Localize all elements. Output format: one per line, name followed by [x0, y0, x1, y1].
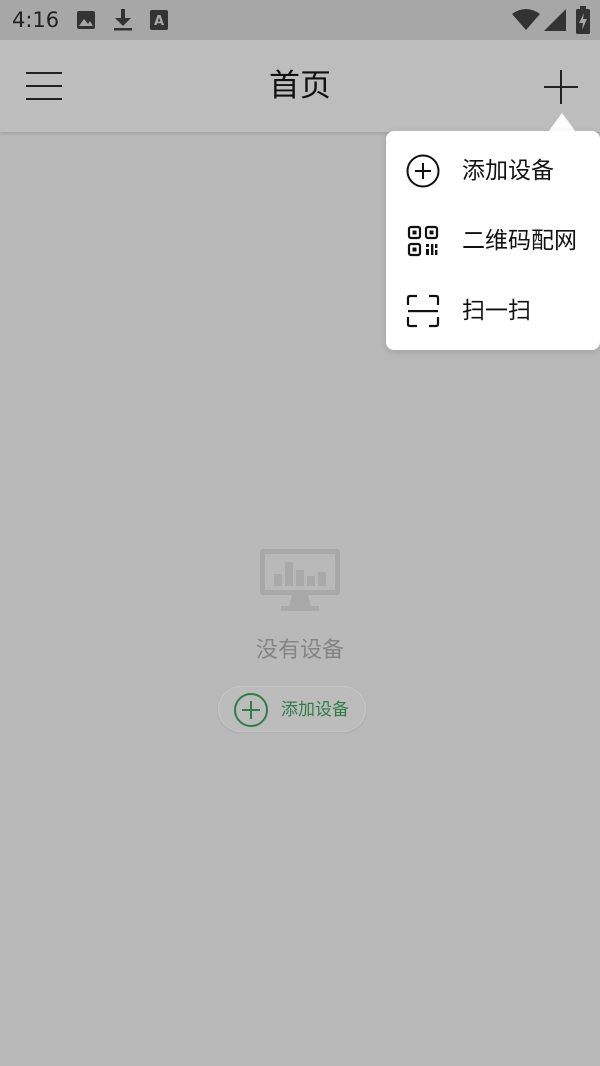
menu-item-label: 添加设备: [462, 158, 554, 184]
app-bar: 首页: [0, 40, 600, 132]
monitor-chart-icon: [260, 549, 340, 611]
scan-icon: [406, 294, 440, 328]
status-time: 4:16: [12, 8, 60, 32]
signal-icon: [544, 9, 566, 31]
battery-icon: [576, 6, 590, 34]
add-circle-icon: [406, 154, 440, 188]
download-icon: [114, 9, 132, 31]
image-icon: [77, 11, 95, 29]
wifi-icon: [512, 9, 540, 30]
screen: 4:16 A 首页 没有设备 添加设备 添加设备 二维码配网 扫一扫: [0, 0, 600, 1066]
a-text-icon: A: [150, 10, 168, 30]
add-button[interactable]: [540, 66, 582, 108]
svg-text:A: A: [154, 14, 164, 29]
add-device-button-label: 添加设备: [281, 700, 349, 720]
page-title: 首页: [269, 68, 331, 104]
menu-item-label: 扫一扫: [462, 298, 531, 324]
menu-item-scan[interactable]: 扫一扫: [386, 276, 600, 346]
add-device-button[interactable]: 添加设备: [218, 686, 366, 732]
menu-item-add-device[interactable]: 添加设备: [386, 136, 600, 206]
menu-item-label: 二维码配网: [462, 228, 577, 254]
add-circle-icon: [234, 693, 268, 727]
popup-arrow: [548, 113, 576, 132]
popup-menu: 添加设备 二维码配网 扫一扫: [386, 131, 600, 350]
empty-state-message: 没有设备: [255, 638, 344, 663]
qr-code-icon: [407, 225, 439, 257]
status-bar: 4:16 A: [0, 0, 600, 40]
menu-item-qr-config[interactable]: 二维码配网: [386, 206, 600, 276]
plus-icon: [544, 70, 578, 104]
